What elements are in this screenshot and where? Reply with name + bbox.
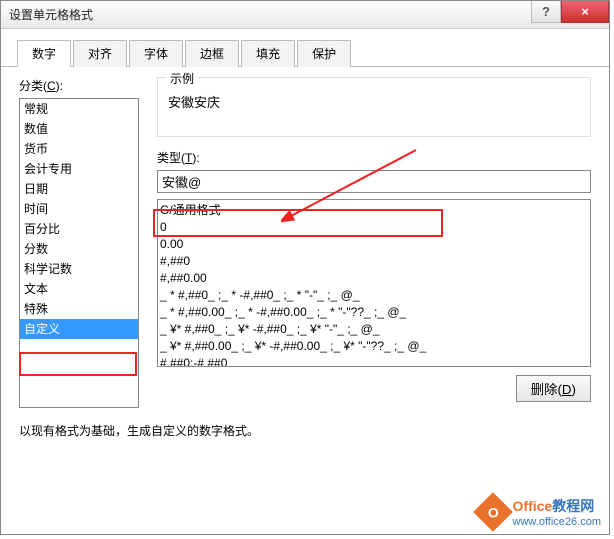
help-button[interactable]: ? [531, 1, 561, 23]
list-item[interactable]: 会计专用 [20, 159, 138, 179]
type-input[interactable] [157, 170, 591, 193]
format-list[interactable]: G/通用格式 0 0.00 #,##0 #,##0.00 _ * #,##0_ … [157, 199, 591, 367]
tab-fill[interactable]: 填充 [241, 40, 295, 67]
format-item[interactable]: #,##0.00 [160, 270, 588, 287]
list-item-custom[interactable]: 自定义 [20, 319, 138, 339]
titlebar: 设置单元格格式 ? × [1, 1, 609, 29]
type-label: 类型(T): [157, 149, 591, 166]
delete-row: 删除(D) [157, 375, 591, 402]
watermark-icon: O [473, 492, 513, 532]
example-value: 安徽安庆 [168, 95, 220, 110]
right-column: 示例 安徽安庆 类型(T): G/通用格式 0 0.00 #,##0 #,##0… [157, 77, 591, 408]
tab-alignment[interactable]: 对齐 [73, 40, 127, 67]
window-buttons: ? × [531, 1, 609, 23]
format-item[interactable]: _ * #,##0.00_ ;_ * -#,##0.00_ ;_ * "-"??… [160, 304, 588, 321]
list-item[interactable]: 特殊 [20, 299, 138, 319]
list-item[interactable]: 百分比 [20, 219, 138, 239]
format-item[interactable]: _ * #,##0_ ;_ * -#,##0_ ;_ * "-"_ ;_ @_ [160, 287, 588, 304]
watermark-brand: Office教程网 [513, 496, 601, 516]
tab-font[interactable]: 字体 [129, 40, 183, 67]
format-cells-dialog: 设置单元格格式 ? × 数字 对齐 字体 边框 填充 保护 分类(C): 常规 … [0, 0, 610, 535]
list-item[interactable]: 日期 [20, 179, 138, 199]
format-item[interactable]: _ ¥* #,##0.00_ ;_ ¥* -#,##0.00_ ;_ ¥* "-… [160, 338, 588, 355]
dialog-body: 分类(C): 常规 数值 货币 会计专用 日期 时间 百分比 分数 科学记数 文… [1, 67, 609, 537]
format-item[interactable]: G/通用格式 [160, 202, 588, 219]
list-item[interactable]: 分数 [20, 239, 138, 259]
format-item[interactable]: #,##0 [160, 253, 588, 270]
tab-protection[interactable]: 保护 [297, 40, 351, 67]
list-item[interactable]: 科学记数 [20, 259, 138, 279]
format-item[interactable]: 0 [160, 219, 588, 236]
tab-number[interactable]: 数字 [17, 40, 71, 67]
category-listbox[interactable]: 常规 数值 货币 会计专用 日期 时间 百分比 分数 科学记数 文本 特殊 自定… [19, 98, 139, 408]
tabs-bar: 数字 对齐 字体 边框 填充 保护 [1, 29, 609, 67]
tab-border[interactable]: 边框 [185, 40, 239, 67]
dialog-title: 设置单元格格式 [9, 6, 93, 23]
close-button[interactable]: × [561, 1, 609, 23]
watermark: O Office教程网 www.office26.com [479, 496, 601, 528]
list-item[interactable]: 货币 [20, 139, 138, 159]
format-item[interactable]: _ ¥* #,##0_ ;_ ¥* -#,##0_ ;_ ¥* "-"_ ;_ … [160, 321, 588, 338]
format-item[interactable]: 0.00 [160, 236, 588, 253]
list-item[interactable]: 常规 [20, 99, 138, 119]
list-item[interactable]: 数值 [20, 119, 138, 139]
example-groupbox: 示例 安徽安庆 [157, 77, 591, 137]
delete-button[interactable]: 删除(D) [516, 375, 591, 402]
format-item[interactable]: #,##0;-#,##0 [160, 355, 588, 367]
watermark-url: www.office26.com [513, 516, 601, 528]
hint-text: 以现有格式为基础，生成自定义的数字格式。 [19, 422, 591, 439]
list-item[interactable]: 时间 [20, 199, 138, 219]
category-column: 分类(C): 常规 数值 货币 会计专用 日期 时间 百分比 分数 科学记数 文… [19, 77, 139, 408]
list-item[interactable]: 文本 [20, 279, 138, 299]
category-label: 分类(C): [19, 77, 139, 94]
example-label: 示例 [166, 70, 198, 87]
